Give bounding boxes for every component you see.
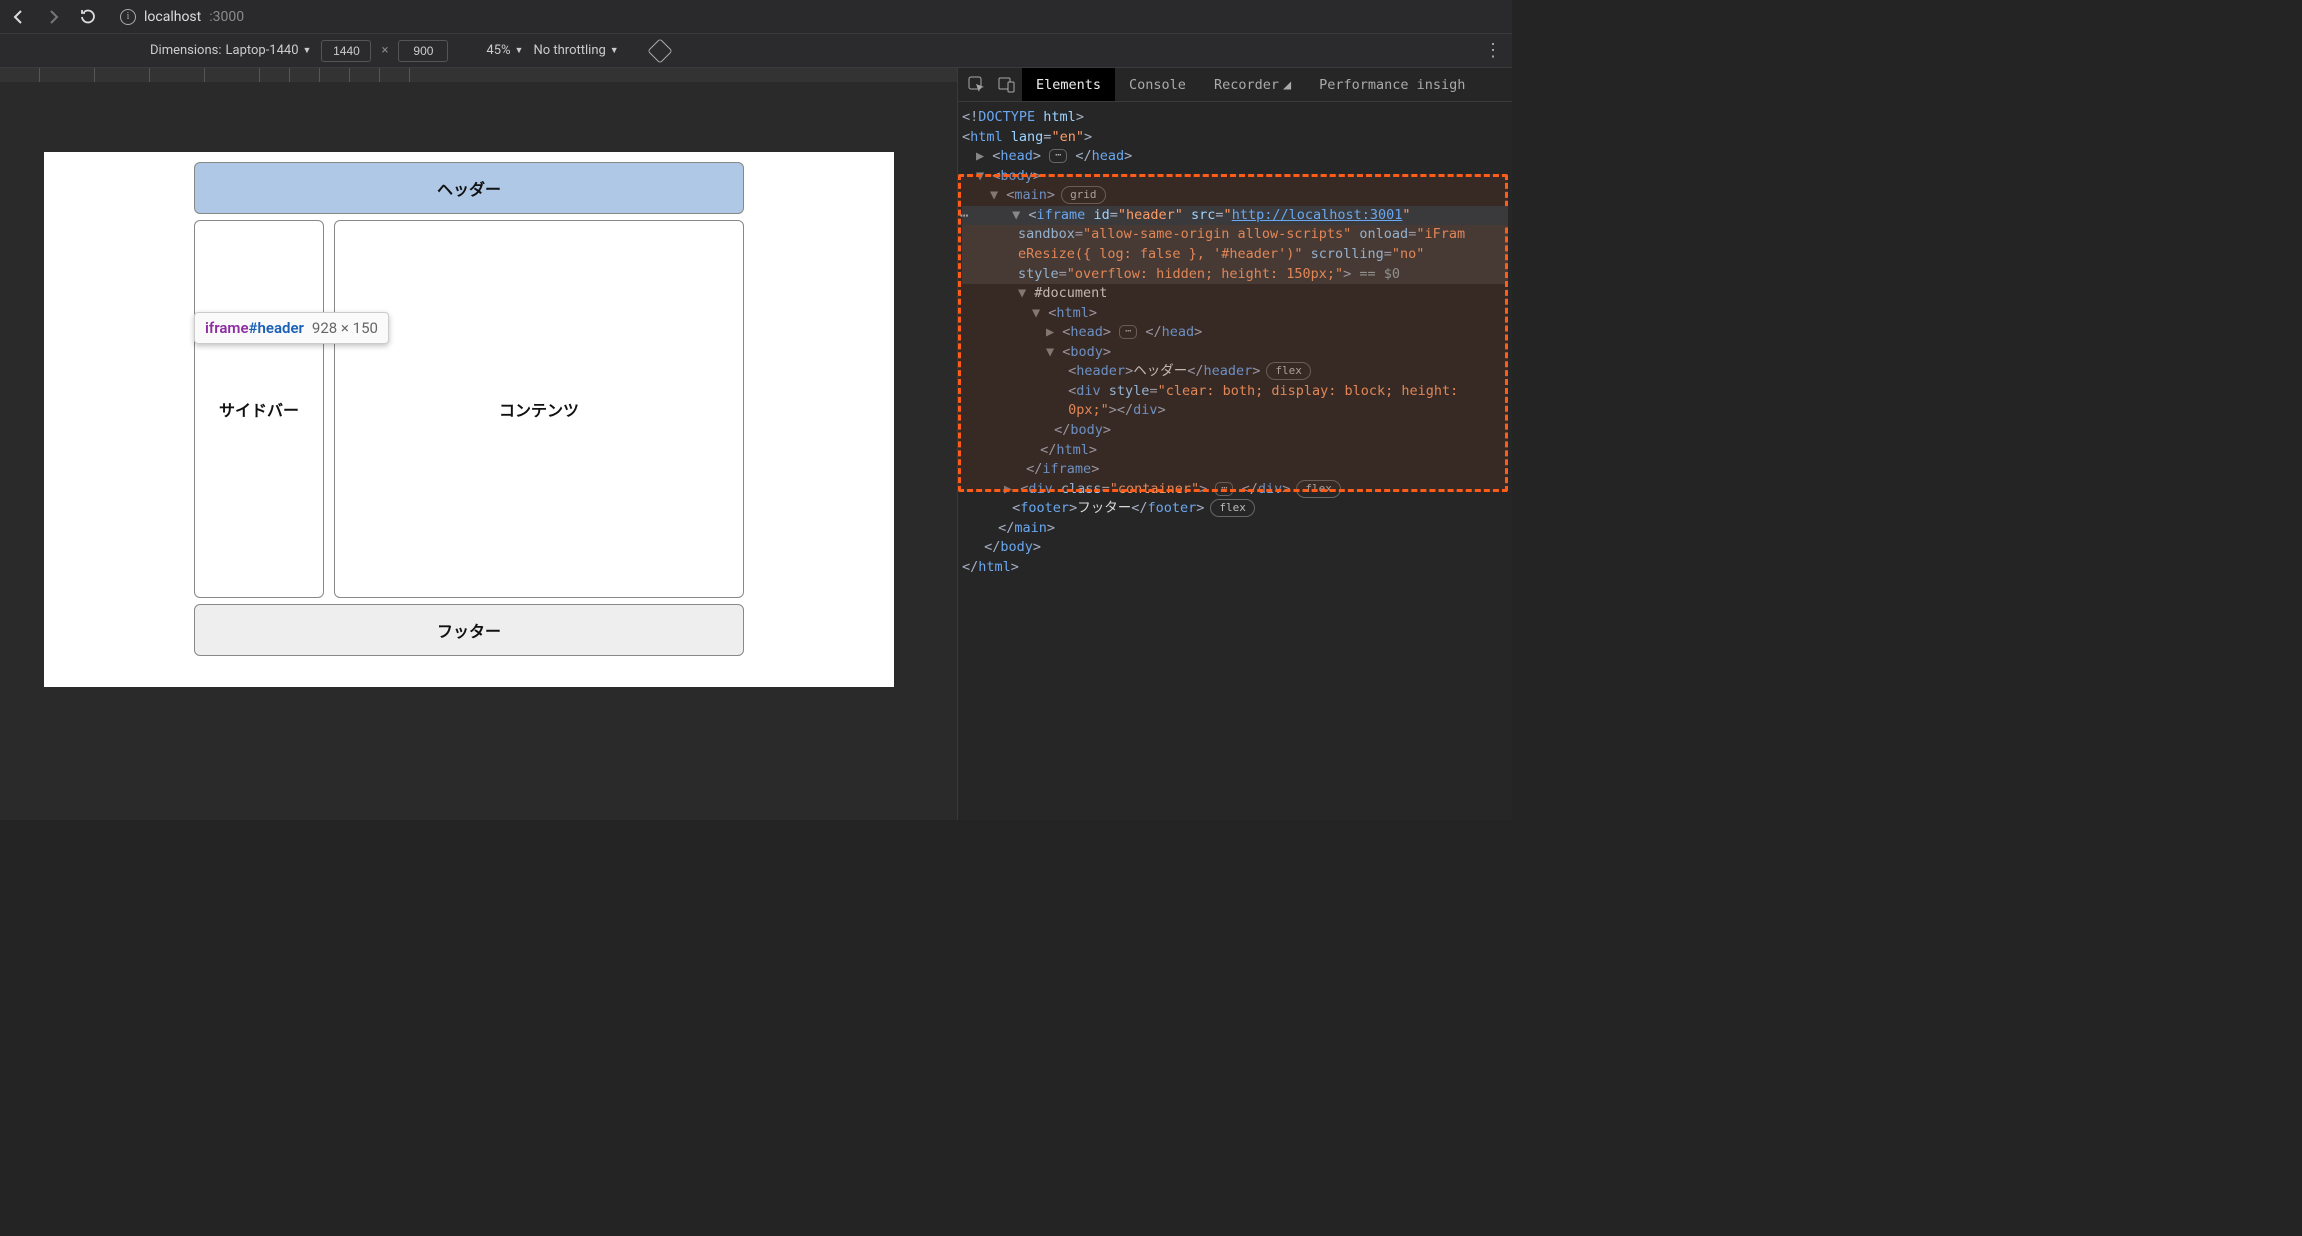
device-viewport: ヘッダー サイドバー コンテンツ フッター iframe#header 928 … [0,68,958,820]
throttling-dropdown[interactable]: No throttling ▼ [533,43,618,58]
browser-toolbar: i localhost :3000 [0,0,1512,34]
rendered-page: ヘッダー サイドバー コンテンツ フッター [44,152,894,687]
main-split: ヘッダー サイドバー コンテンツ フッター iframe#header 928 … [0,68,1512,820]
height-input[interactable] [398,40,448,62]
device-toggle-icon[interactable] [992,70,1022,100]
chevron-down-icon: ▼ [610,45,619,56]
url-host: localhost [144,9,201,25]
zoom-value: 45% [486,43,510,58]
page-header-box: ヘッダー [194,162,744,214]
page-sidebar-box: サイドバー [194,220,324,598]
address-bar[interactable]: i localhost :3000 [110,4,1504,30]
ruler [0,68,957,82]
page-sidebar-label: サイドバー [219,397,299,421]
page-content-label: コンテンツ [499,397,579,421]
dom-tree[interactable]: <!DOCTYPE html> <html lang="en"> ▶ <head… [958,102,1512,820]
tab-performance-insights[interactable]: Performance insigh [1305,68,1479,101]
page-header-label: ヘッダー [437,176,501,200]
tooltip-dims: 928 × 150 [312,319,378,337]
forward-button[interactable] [42,6,64,28]
url-port: :3000 [209,9,244,25]
chevron-down-icon: ▼ [515,45,524,56]
flex-badge[interactable]: flex [1296,480,1341,498]
zoom-dropdown[interactable]: 45% ▼ [486,43,523,58]
dimensions-dropdown[interactable]: Dimensions: Laptop-1440 ▼ [150,43,311,58]
flex-badge[interactable]: flex [1210,499,1255,517]
reload-button[interactable] [76,6,98,28]
devtools-tabs: Elements Console Recorder ◢ Performance … [958,68,1512,102]
site-info-icon[interactable]: i [120,9,136,25]
times-label: × [381,43,388,58]
page-content-box: コンテンツ [334,220,744,598]
tab-elements[interactable]: Elements [1022,68,1115,101]
device-toolbar: Dimensions: Laptop-1440 ▼ × 45% ▼ No thr… [0,34,1512,68]
flex-badge[interactable]: flex [1266,362,1311,380]
width-input[interactable] [321,40,371,62]
element-hover-tooltip: iframe#header 928 × 150 [194,312,389,344]
tab-console[interactable]: Console [1115,68,1200,101]
inspect-icon[interactable] [962,70,992,100]
rotate-button[interactable] [649,40,671,62]
throttling-value: No throttling [533,43,605,58]
tab-recorder[interactable]: Recorder ◢ [1200,68,1305,101]
device-name: Laptop-1440 [226,43,299,58]
grid-badge[interactable]: grid [1061,186,1106,204]
page-footer-label: フッター [437,618,501,642]
beaker-icon: ◢ [1283,77,1291,93]
more-options-button[interactable]: ⋮ [1484,40,1502,61]
dimensions-label: Dimensions: [150,43,222,58]
devtools-panel: Elements Console Recorder ◢ Performance … [958,68,1512,820]
tooltip-id: #header [249,319,304,337]
page-footer-box: フッター [194,604,744,656]
tooltip-tag: iframe [205,319,249,337]
back-button[interactable] [8,6,30,28]
dom-node-iframe[interactable]: ⋯ ▼ <iframe id="header" src="http://loca… [962,206,1508,226]
chevron-down-icon: ▼ [303,45,312,56]
